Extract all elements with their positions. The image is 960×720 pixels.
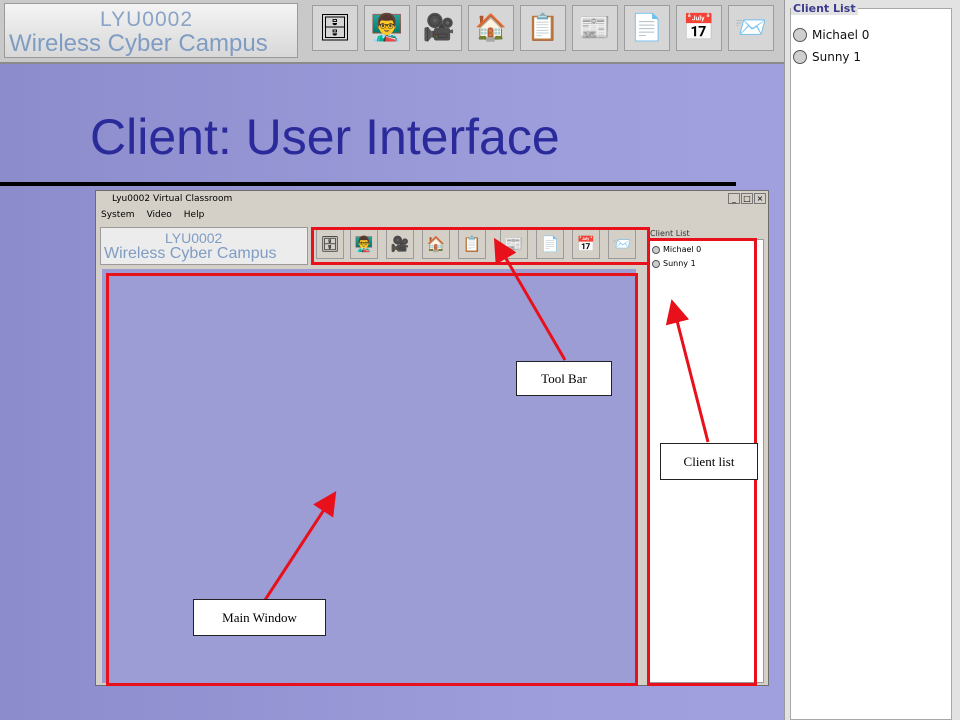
toolbar-arrow (493, 237, 567, 361)
client-list-arrow (665, 299, 710, 443)
toolbar-callout: Tool Bar (516, 361, 612, 396)
main-window-callout: Main Window (193, 599, 326, 636)
annotation-arrows (263, 237, 710, 601)
client-list-callout: Client list (660, 443, 758, 480)
main-window-arrow (263, 490, 337, 601)
